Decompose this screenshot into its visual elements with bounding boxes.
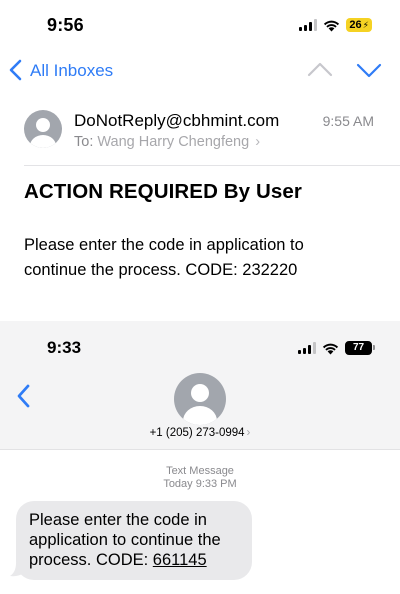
- chevron-right-icon: ›: [255, 134, 261, 150]
- message-timestamp: Today 9:33 PM: [163, 478, 237, 490]
- mail-screenshot: 9:56 26 ⚡ All Inboxes DoNotReply@cbhmint…: [0, 0, 400, 321]
- wifi-icon: [324, 20, 340, 31]
- chevron-right-icon: ›: [246, 427, 251, 439]
- battery-level: 77: [352, 342, 365, 353]
- contact-number[interactable]: +1 (205) 273-0994 ›: [0, 427, 400, 439]
- contact-number-text: +1 (205) 273-0994: [149, 427, 245, 439]
- message-body: Please enter the code in application to …: [24, 236, 304, 279]
- bubble-tail: [10, 563, 24, 577]
- status-time: 9:33: [47, 338, 82, 357]
- battery-icon: 26 ⚡: [346, 18, 372, 32]
- all-inboxes-link[interactable]: All Inboxes: [30, 61, 113, 81]
- status-time: 9:56: [47, 15, 84, 35]
- divider: [24, 165, 400, 166]
- wifi-icon: [322, 343, 339, 354]
- recipient-line[interactable]: To: Wang Harry Chengfeng ›: [74, 134, 260, 150]
- message-header: DoNotReply@cbhmint.com 9:55 AM To: Wang …: [0, 104, 400, 164]
- recipient-name: Wang Harry Chengfeng: [97, 134, 250, 150]
- bubble-code[interactable]: 661145: [153, 551, 207, 569]
- sender-address[interactable]: DoNotReply@cbhmint.com: [74, 111, 279, 131]
- battery-icon: 77: [345, 341, 375, 355]
- chevron-left-icon[interactable]: [8, 59, 24, 81]
- messages-screenshot: 9:33 77 +1 (205) 273-0994› Text Message: [0, 321, 400, 594]
- status-icons: 26 ⚡: [299, 18, 372, 32]
- battery-level: 26: [349, 19, 362, 31]
- message-subject: ACTION REQUIRED By User: [24, 180, 302, 203]
- status-icons: 77: [298, 341, 375, 355]
- status-bar: 9:56 26 ⚡: [0, 0, 400, 54]
- signal-icon: [299, 19, 318, 31]
- message-time: 9:55 AM: [322, 113, 374, 129]
- thread-meta: Text Message Today 9:33 PM: [0, 465, 400, 491]
- conversation-header: 9:33 77 +1 (205) 273-0994 ›: [0, 321, 400, 450]
- message-bubble[interactable]: Please enter the code in application to …: [16, 501, 252, 580]
- to-label: To:: [74, 134, 94, 150]
- message-type-label: Text Message: [166, 465, 234, 477]
- chevron-left-icon[interactable]: [16, 383, 32, 409]
- signal-icon: [298, 342, 316, 354]
- chevron-down-icon[interactable]: [356, 59, 382, 81]
- avatar-icon[interactable]: [174, 373, 226, 425]
- mail-nav-bar: All Inboxes: [0, 54, 400, 90]
- avatar-icon: [24, 110, 62, 148]
- chevron-up-icon[interactable]: [307, 59, 333, 81]
